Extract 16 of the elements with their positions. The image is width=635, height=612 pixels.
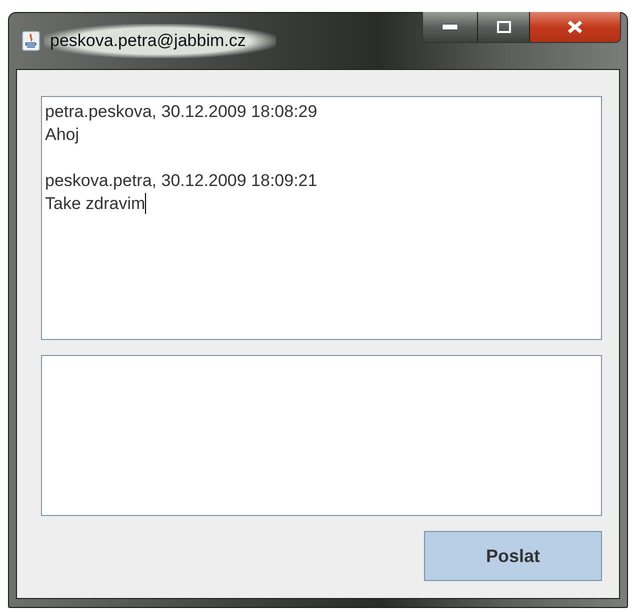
minimize-button[interactable] bbox=[423, 12, 478, 42]
maximize-icon bbox=[496, 21, 510, 33]
app-icon bbox=[22, 31, 40, 51]
message-input[interactable] bbox=[41, 355, 602, 516]
close-icon bbox=[567, 20, 583, 34]
message-header: petra.peskova, 30.12.2009 18:08:29 bbox=[45, 101, 318, 123]
maximize-button[interactable] bbox=[478, 12, 530, 42]
message-text: Take zdravim bbox=[45, 193, 146, 215]
window-title: peskova.petra@jabbim.cz bbox=[44, 24, 276, 58]
minimize-icon bbox=[442, 24, 458, 30]
close-button[interactable] bbox=[530, 12, 620, 42]
message-header: peskova.petra, 30.12.2009 18:09:21 bbox=[45, 170, 318, 192]
chat-history[interactable]: petra.peskova, 30.12.2009 18:08:29 Ahoj peskova.petra, 30.12.2009 18:09:21 Take zdravim bbox=[41, 96, 602, 340]
message-text: Ahoj bbox=[45, 124, 80, 146]
send-button[interactable]: Poslat bbox=[424, 531, 602, 581]
text-cursor bbox=[145, 193, 146, 214]
